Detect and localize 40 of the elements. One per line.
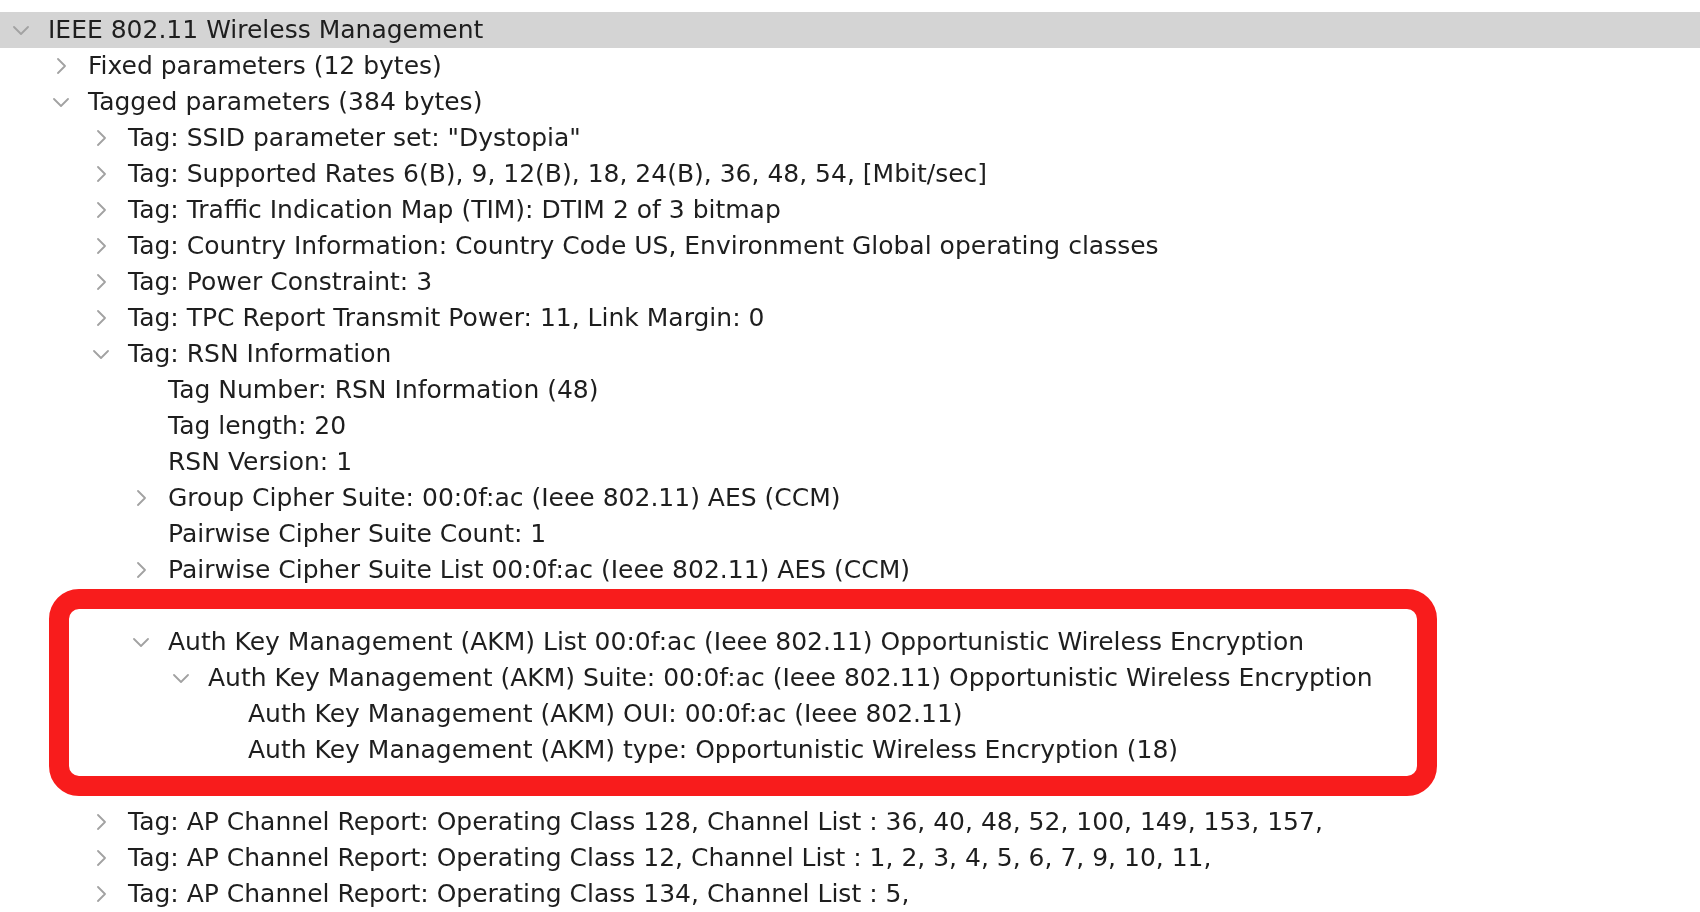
tree-item[interactable]: RSN Version: 1 bbox=[0, 444, 1700, 480]
chevron-right-icon[interactable] bbox=[56, 58, 66, 74]
chevron-right-icon[interactable] bbox=[136, 562, 146, 578]
chevron-down-icon[interactable] bbox=[173, 673, 189, 683]
tree-item[interactable]: Tag: SSID parameter set: "Dystopia" bbox=[0, 120, 1700, 156]
chevron-down-icon[interactable] bbox=[133, 637, 149, 647]
tree-item[interactable]: Tag length: 20 bbox=[0, 408, 1700, 444]
chevron-right-icon[interactable] bbox=[96, 166, 106, 182]
chevron-right-icon[interactable] bbox=[96, 850, 106, 866]
chevron-down-icon[interactable] bbox=[13, 25, 29, 35]
chevron-down-icon[interactable] bbox=[53, 97, 69, 107]
tree-item[interactable]: Fixed parameters (12 bytes) bbox=[0, 48, 1700, 84]
tree-item[interactable]: Tag: AP Channel Report: Operating Class 12, Channel List : 1, 2, 3, 4, 5, 6, 7, 9, 10, 11, bbox=[0, 840, 1700, 876]
tree-item[interactable]: Tag: Supported Rates 6(B), 9, 12(B), 18, 24(B), 36, 48, 54, [Mbit/sec] bbox=[0, 156, 1700, 192]
chevron-right-icon[interactable] bbox=[96, 202, 106, 218]
tree-item[interactable]: IEEE 802.11 Wireless Management bbox=[0, 12, 1700, 48]
tree-item[interactable]: Group Cipher Suite: 00:0f:ac (Ieee 802.11) AES (CCM) bbox=[0, 480, 1700, 516]
chevron-right-icon[interactable] bbox=[96, 814, 106, 830]
tree-item[interactable]: Auth Key Management (AKM) OUI: 00:0f:ac (Ieee 802.11) bbox=[69, 696, 1417, 732]
tree-item[interactable]: Auth Key Management (AKM) List 00:0f:ac (Ieee 802.11) Opportunistic Wireless Encryption bbox=[69, 624, 1417, 660]
chevron-right-icon[interactable] bbox=[96, 238, 106, 254]
tree-item[interactable]: Tag Number: RSN Information (48) bbox=[0, 372, 1700, 408]
tree-item[interactable]: Tag: Country Information: Country Code US, Environment Global operating classes bbox=[0, 228, 1700, 264]
tree-item[interactable]: Tag: Traffic Indication Map (TIM): DTIM 2 of 3 bitmap bbox=[0, 192, 1700, 228]
tree-item[interactable]: Pairwise Cipher Suite Count: 1 bbox=[0, 516, 1700, 552]
tree-item[interactable]: Auth Key Management (AKM) Suite: 00:0f:ac (Ieee 802.11) Opportunistic Wireless Encryption bbox=[69, 660, 1417, 696]
tree-item[interactable]: Tagged parameters (384 bytes) bbox=[0, 84, 1700, 120]
tree-item[interactable]: Tag: RSN Information bbox=[0, 336, 1700, 372]
chevron-right-icon[interactable] bbox=[96, 130, 106, 146]
chevron-right-icon[interactable] bbox=[96, 310, 106, 326]
tree-item[interactable]: Tag: TPC Report Transmit Power: 11, Link Margin: 0 bbox=[0, 300, 1700, 336]
tree-item[interactable]: Tag: Power Constraint: 3 bbox=[0, 264, 1700, 300]
tree-item[interactable]: Tag: AP Channel Report: Operating Class 128, Channel List : 36, 40, 48, 52, 100, 149, 153, 157, bbox=[0, 804, 1700, 840]
tree-item[interactable]: Pairwise Cipher Suite List 00:0f:ac (Ieee 802.11) AES (CCM) bbox=[0, 552, 1700, 588]
chevron-down-icon[interactable] bbox=[93, 349, 109, 359]
tree-item[interactable]: Auth Key Management (AKM) type: Opportunistic Wireless Encryption (18) bbox=[69, 732, 1417, 768]
chevron-right-icon[interactable] bbox=[136, 490, 146, 506]
chevron-right-icon[interactable] bbox=[96, 886, 106, 902]
tree-item[interactable]: Tag: AP Channel Report: Operating Class 134, Channel List : 5, bbox=[0, 876, 1700, 912]
chevron-right-icon[interactable] bbox=[96, 274, 106, 290]
